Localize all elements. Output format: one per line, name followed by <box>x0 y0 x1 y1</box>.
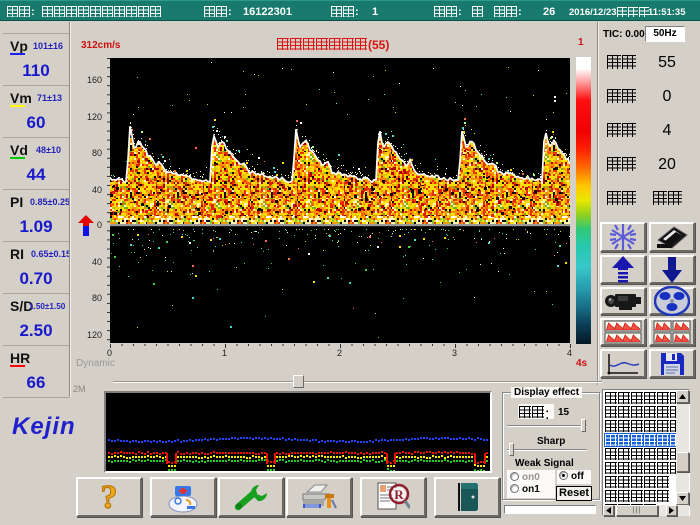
svg-text:?: ? <box>101 480 118 514</box>
svg-text:R: R <box>394 487 404 502</box>
